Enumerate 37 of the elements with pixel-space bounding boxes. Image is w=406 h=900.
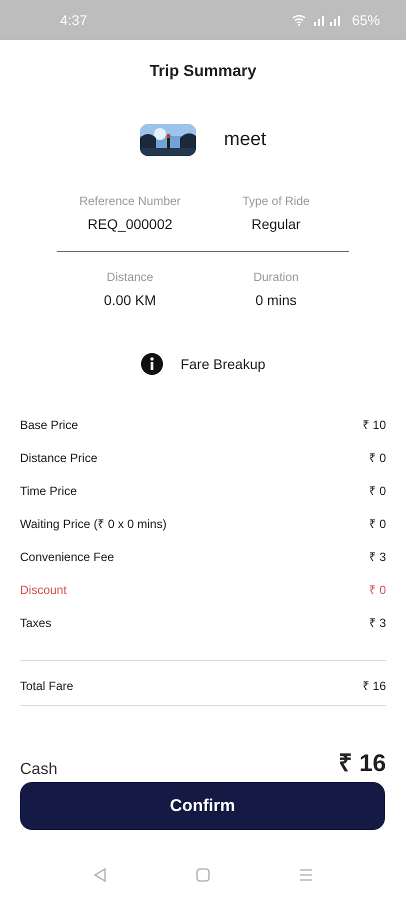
payment-method: Cash [20, 760, 58, 780]
fare-label: Convenience Fee [20, 551, 114, 566]
fare-label: Taxes [20, 617, 52, 632]
info-label: Type of Ride [241, 193, 311, 210]
info-value: 0.00 KM [102, 291, 158, 310]
info-value: REQ_000002 [86, 215, 174, 234]
fare-amount: ₹ 10 [362, 419, 386, 434]
info-icon [140, 353, 163, 375]
total-label: Total Fare [20, 678, 74, 695]
fare-label: Discount [20, 584, 67, 599]
back-icon[interactable] [92, 868, 107, 882]
fare-amount: ₹ 0 [368, 452, 386, 467]
confirm-button[interactable]: Confirm [20, 782, 385, 830]
fare-label: Distance Price [20, 452, 98, 467]
fare-label: Base Price [20, 419, 78, 434]
fare-label: Time Price [20, 485, 77, 500]
fare-amount: ₹ 3 [368, 617, 386, 632]
info-value: 0 mins [254, 291, 298, 310]
recents-icon[interactable] [299, 868, 314, 882]
rider-name: meet [224, 128, 266, 152]
wifi-icon [292, 14, 306, 26]
fare-amount: ₹ 3 [368, 551, 386, 566]
page-title: Trip Summary [148, 62, 258, 82]
info-value: Regular [250, 215, 302, 234]
section-heading: Fare Breakup [180, 354, 266, 374]
battery-level: 65% [352, 10, 380, 30]
info-label: Reference Number [78, 193, 182, 210]
fare-amount: ₹ 0 [368, 485, 386, 500]
home-icon[interactable] [196, 868, 210, 882]
info-label: Duration [252, 269, 300, 286]
total-amount: ₹ 16 [362, 678, 386, 695]
info-label: Distance [106, 269, 154, 286]
fare-label: Waiting Price (₹ 0 x 0 mins) [20, 518, 167, 533]
payment-amount: ₹ 16 [338, 749, 386, 779]
fare-amount: ₹ 0 [368, 584, 386, 599]
fare-amount: ₹ 0 [368, 518, 386, 533]
status-time: 4:37 [60, 10, 88, 30]
